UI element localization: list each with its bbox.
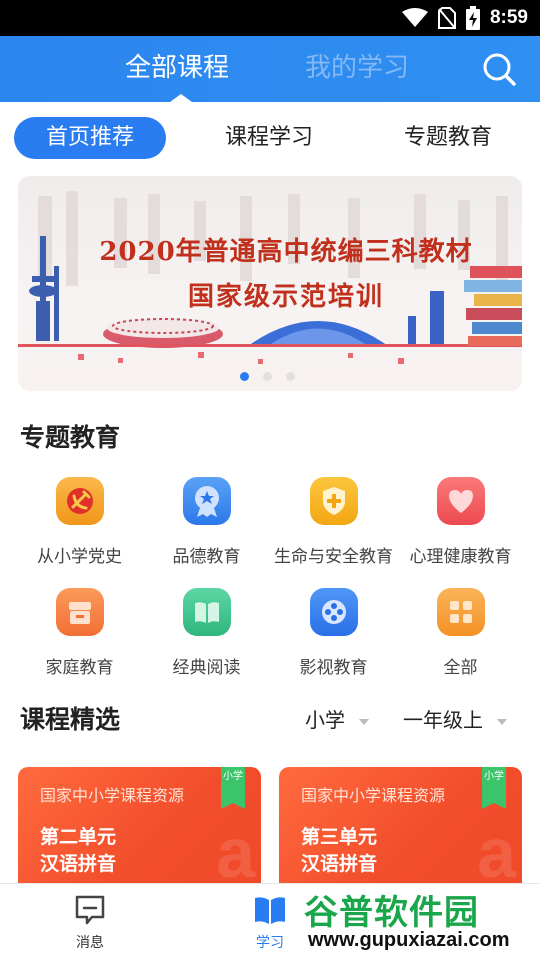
grid-label: 心理健康教育 xyxy=(409,547,512,567)
course-card[interactable]: a 国家中小学课程资源 第三单元 汉语拼音 小学 xyxy=(279,767,522,887)
chevron-down-icon xyxy=(359,718,369,725)
grid-label: 影视教育 xyxy=(299,658,368,678)
no-sim-icon xyxy=(437,7,456,29)
top-header: 全部课程 我的学习 xyxy=(0,36,540,102)
banner-title-line1: 2020年普通高中统编三科教材 xyxy=(99,237,473,267)
watermark: 谷普软件园 www.gupuxiazai.com xyxy=(300,883,540,960)
grid-item-all[interactable]: 全部 xyxy=(393,588,528,678)
watermark-url: www.gupuxiazai.com xyxy=(308,929,510,951)
watermark-text: 谷普软件园 xyxy=(304,893,479,933)
banner-dot-active[interactable] xyxy=(240,372,249,381)
grid-label: 经典阅读 xyxy=(172,658,241,678)
battery-charging-icon xyxy=(465,6,480,30)
grid-item-family-education[interactable]: 家庭教育 xyxy=(12,588,147,678)
course-card-source: 国家中小学课程资源 xyxy=(40,786,185,805)
search-button[interactable] xyxy=(480,50,518,88)
grid-label: 品德教育 xyxy=(172,547,241,567)
tab-my-learning[interactable]: 我的学习 xyxy=(305,50,409,86)
tab-all-courses[interactable]: 全部课程 xyxy=(125,50,229,86)
heart-icon xyxy=(436,477,485,525)
grid-item-film-education[interactable]: 影视教育 xyxy=(266,588,401,678)
course-card-tag: 小学 xyxy=(482,767,506,809)
grid-item-classic-reading[interactable]: 经典阅读 xyxy=(139,588,274,678)
grid-item-life-safety[interactable]: 生命与安全教育 xyxy=(266,477,401,567)
grid-label: 全部 xyxy=(443,658,478,678)
course-card[interactable]: a 国家中小学课程资源 第二单元 汉语拼音 小学 xyxy=(18,767,261,887)
section-title-special-education: 专题教育 xyxy=(20,423,121,452)
filter-school-level-label: 小学 xyxy=(305,708,345,732)
course-card-tag: 小学 xyxy=(221,767,245,809)
tab-home-recommend[interactable]: 首页推荐 xyxy=(14,117,166,159)
home-box-icon xyxy=(55,588,104,636)
status-bar: 8:59 xyxy=(0,0,540,36)
promo-banner[interactable]: 2020年普通高中统编三科教材 国家级示范培训 xyxy=(18,176,522,391)
course-card-topic: 汉语拼音 xyxy=(40,853,117,875)
tab-special-education[interactable]: 专题教育 xyxy=(384,117,512,159)
nav-item-study[interactable]: 学习 xyxy=(230,894,310,952)
nav-item-messages[interactable]: 消息 xyxy=(50,894,130,952)
chevron-down-icon xyxy=(497,718,507,725)
message-icon xyxy=(75,895,105,925)
grid-item-mental-health[interactable]: 心理健康教育 xyxy=(393,477,528,567)
party-emblem-icon xyxy=(55,477,104,525)
banner-title-line2: 国家级示范培训 xyxy=(187,282,384,312)
course-card-unit: 第二单元 xyxy=(40,826,117,848)
nav-label-messages: 消息 xyxy=(76,935,104,951)
course-card-topic: 汉语拼音 xyxy=(301,853,378,875)
status-icons: 8:59 xyxy=(401,0,528,36)
course-card-source: 国家中小学课程资源 xyxy=(301,786,446,805)
filter-grade-label: 一年级上 xyxy=(403,708,483,732)
category-tabs: 首页推荐 课程学习 专题教育 xyxy=(0,114,540,164)
grid-item-party-history[interactable]: 从小学党史 xyxy=(12,477,147,567)
section-title-course-selection: 课程精选 xyxy=(20,705,121,734)
filter-grade[interactable]: 一年级上 xyxy=(403,704,507,733)
book-icon xyxy=(255,897,285,924)
nav-label-study: 学习 xyxy=(256,935,284,951)
grid-item-moral-education[interactable]: 品德教育 xyxy=(139,477,274,567)
card-decoration: a xyxy=(477,814,516,887)
status-time: 8:59 xyxy=(489,7,528,28)
banner-pagination xyxy=(240,372,295,381)
wifi-icon xyxy=(401,8,428,27)
banner-dot[interactable] xyxy=(286,372,295,381)
banner-dot[interactable] xyxy=(263,372,272,381)
grid-apps-icon xyxy=(436,588,485,636)
tab-course-study[interactable]: 课程学习 xyxy=(205,117,333,159)
filter-school-level[interactable]: 小学 xyxy=(305,704,369,733)
grid-label: 从小学党史 xyxy=(37,547,122,567)
course-card-unit: 第三单元 xyxy=(301,826,378,848)
medal-icon xyxy=(182,477,231,525)
shield-plus-icon xyxy=(309,477,358,525)
active-tab-indicator xyxy=(170,94,192,102)
search-icon xyxy=(483,53,516,86)
grid-label: 家庭教育 xyxy=(45,658,114,678)
card-decoration: a xyxy=(216,814,255,887)
grid-label: 生命与安全教育 xyxy=(274,547,393,567)
open-book-icon xyxy=(182,588,231,636)
film-reel-icon xyxy=(309,588,358,636)
